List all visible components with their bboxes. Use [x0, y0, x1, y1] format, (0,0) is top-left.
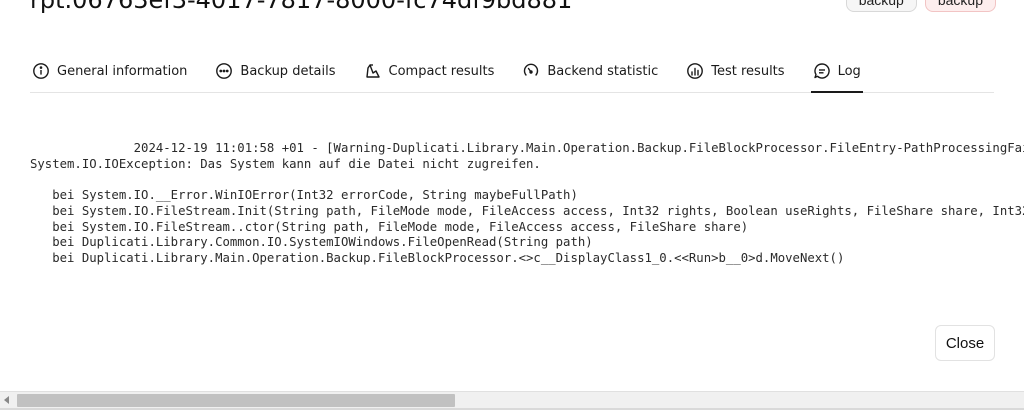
compact-icon — [365, 64, 380, 78]
tab-test-results[interactable]: Test results — [684, 50, 786, 92]
page-title: rpt.06763ef3-4017-7817-8000-fc74df9bd881 — [30, 0, 573, 14]
tab-label: Test results — [711, 63, 785, 79]
scroll-left-arrow-icon[interactable] — [4, 396, 9, 404]
tab-label: Compact results — [388, 63, 495, 79]
status-badge: backup — [924, 0, 996, 12]
scrollbar-thumb[interactable] — [17, 394, 455, 407]
tab-compact-results[interactable]: Compact results — [362, 50, 497, 92]
tab-general-information[interactable]: General information — [30, 50, 189, 92]
log-output: 2024-12-19 11:01:58 +01 - [Warning-Dupli… — [30, 141, 1024, 265]
tab-label: General information — [57, 63, 188, 79]
tab-label: Backend statistic — [547, 63, 659, 79]
dots-circle-icon — [216, 63, 233, 79]
tab-bar: General information Backup details Compa… — [30, 50, 994, 93]
tab-backend-statistic[interactable]: Backend statistic — [520, 50, 660, 92]
badge-group: backup backup — [845, 0, 996, 12]
tab-log[interactable]: Log — [810, 50, 864, 93]
chat-bubble-icon — [813, 63, 830, 79]
info-circle-icon — [33, 63, 49, 79]
gauge-icon — [524, 63, 539, 76]
close-button[interactable]: Close — [935, 325, 995, 361]
tab-label: Log — [837, 63, 861, 79]
chart-circle-icon — [687, 63, 704, 79]
horizontal-scrollbar[interactable] — [0, 391, 1024, 409]
tab-label: Backup details — [240, 63, 336, 79]
status-badge: backup — [845, 0, 917, 12]
tab-backup-details[interactable]: Backup details — [213, 50, 337, 92]
